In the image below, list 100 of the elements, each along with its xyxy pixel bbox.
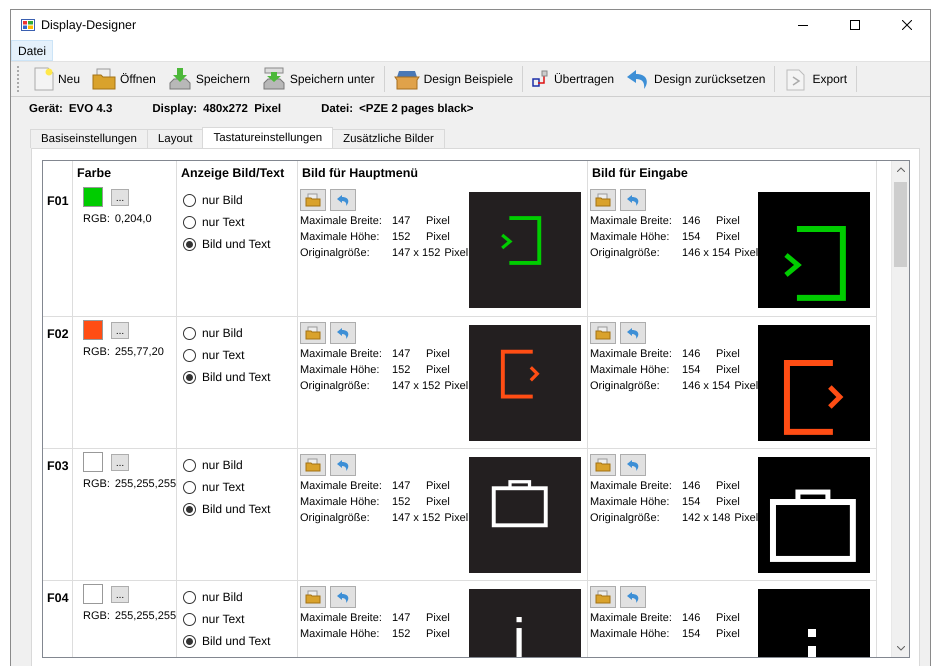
radio-label[interactable]: nur Text <box>202 612 244 626</box>
radio-label[interactable]: Bild und Text <box>202 502 270 516</box>
size-label: Maximale Höhe: <box>590 364 670 376</box>
radio-label[interactable]: Bild und Text <box>202 237 270 251</box>
scroll-up-icon[interactable] <box>896 167 904 172</box>
size-label: Maximale Höhe: <box>300 231 380 243</box>
rgb-value: 255,255,255 <box>114 478 176 490</box>
download-drive-icon <box>168 67 192 91</box>
radio-button[interactable] <box>183 348 196 362</box>
size-label: Maximale Breite: <box>590 480 673 492</box>
radio-button[interactable] <box>183 612 196 626</box>
open-image-button[interactable] <box>590 189 616 211</box>
reset-image-button[interactable] <box>330 454 356 476</box>
folder-icon <box>595 193 611 207</box>
folder-icon <box>595 326 611 340</box>
radio-label[interactable]: Bild und Text <box>202 370 270 384</box>
tab[interactable]: Tastatureinstellungen <box>202 127 334 148</box>
reset-image-button[interactable] <box>330 586 356 608</box>
toolbar-button[interactable]: Design Beispiele <box>388 64 519 94</box>
radio-button[interactable] <box>183 458 196 472</box>
toolbar-button[interactable]: Design zurücksetzen <box>620 64 772 94</box>
open-image-button[interactable] <box>590 586 616 608</box>
row-key: F02 <box>47 327 69 341</box>
toolbar-button[interactable]: Speichern <box>162 64 256 94</box>
undo-arrow-icon <box>626 590 640 604</box>
reset-image-button[interactable] <box>620 454 646 476</box>
unit-label: Pixel <box>716 215 740 227</box>
reset-image-button[interactable] <box>620 189 646 211</box>
column-header: Bild für Hauptmenü <box>302 166 418 180</box>
size-value: 154 <box>682 231 702 243</box>
toolbar-button[interactable]: Speichern unter <box>256 64 381 94</box>
radio-label[interactable]: nur Text <box>202 480 244 494</box>
size-value: 146 <box>682 348 702 360</box>
size-label: Maximale Höhe: <box>300 364 380 376</box>
radio-button[interactable] <box>183 238 196 250</box>
size-label: Originalgröße: <box>590 380 661 392</box>
radio-button[interactable] <box>183 326 196 340</box>
unit-label: Pixel <box>426 364 450 376</box>
radio-label[interactable]: nur Bild <box>202 458 243 472</box>
radio-label[interactable]: nur Text <box>202 348 244 362</box>
color-picker-button[interactable]: ... <box>111 188 129 206</box>
open-image-button[interactable] <box>590 322 616 344</box>
size-label: Maximale Breite: <box>590 348 673 360</box>
size-value: 146 <box>682 480 702 492</box>
unit-label: Pixel <box>426 348 450 360</box>
radio-button[interactable] <box>183 502 196 516</box>
reset-image-button[interactable] <box>620 322 646 344</box>
size-value: 154 <box>682 364 702 376</box>
color-picker-button[interactable]: ... <box>111 322 129 338</box>
toolbar-button[interactable]: Neu <box>28 64 86 94</box>
radio-button[interactable] <box>183 634 196 648</box>
unit-label: Pixel <box>426 496 450 508</box>
unit-label: Pixel <box>734 247 758 259</box>
radio-button[interactable] <box>183 590 196 604</box>
radio-button[interactable] <box>183 216 196 228</box>
reset-image-button[interactable] <box>620 586 646 608</box>
radio-button[interactable] <box>183 194 196 206</box>
scroll-down-icon[interactable] <box>896 646 904 651</box>
unit-label: Pixel <box>716 628 740 640</box>
size-value: 146 <box>682 612 702 624</box>
toolbar-button[interactable]: Export <box>778 64 854 94</box>
radio-button[interactable] <box>183 480 196 494</box>
open-image-button[interactable] <box>300 189 326 211</box>
radio-label[interactable]: nur Bild <box>202 326 243 340</box>
scrollbar-thumb[interactable] <box>894 182 907 267</box>
toolbar-button[interactable]: Übertragen <box>526 64 620 94</box>
toolbar-button[interactable]: Öffnen <box>86 64 162 94</box>
color-picker-button[interactable]: ... <box>111 586 129 602</box>
radio-label[interactable]: nur Text <box>202 215 244 229</box>
undo-arrow-icon <box>336 194 350 206</box>
unit-label: Pixel <box>426 612 450 624</box>
tab[interactable]: Basiseinstellungen <box>30 129 148 148</box>
unit-label: Pixel <box>426 215 450 227</box>
rgb-label: RGB: <box>83 213 110 225</box>
reset-image-button[interactable] <box>330 322 356 344</box>
unit-label: Pixel <box>716 231 740 243</box>
open-image-button[interactable] <box>590 454 616 476</box>
reset-image-button[interactable] <box>330 189 356 211</box>
menu-item[interactable]: Datei <box>11 40 54 61</box>
open-image-button[interactable] <box>300 454 326 476</box>
color-picker-button[interactable]: ... <box>111 454 129 470</box>
radio-label[interactable]: Bild und Text <box>202 634 270 648</box>
size-value: 147 <box>392 480 412 492</box>
size-value: 152 <box>392 628 412 640</box>
open-image-button[interactable] <box>300 586 326 608</box>
undo-arrow-icon <box>336 458 350 472</box>
unit-label: Pixel <box>716 364 740 376</box>
box-icon <box>394 68 420 90</box>
unit-label: Pixel <box>426 231 450 243</box>
radio-button[interactable] <box>183 370 196 384</box>
radio-label[interactable]: nur Bild <box>202 193 243 207</box>
tab[interactable]: Zusätzliche Bilder <box>332 129 445 148</box>
scrollbar[interactable] <box>891 161 909 657</box>
rgb-value: 255,77,20 <box>114 346 164 358</box>
undo-arrow-icon <box>626 326 640 340</box>
new-document-icon <box>34 67 54 91</box>
radio-label[interactable]: nur Bild <box>202 590 243 604</box>
unit-label: Pixel <box>426 628 450 640</box>
open-image-button[interactable] <box>300 322 326 344</box>
folder-icon <box>595 590 611 604</box>
